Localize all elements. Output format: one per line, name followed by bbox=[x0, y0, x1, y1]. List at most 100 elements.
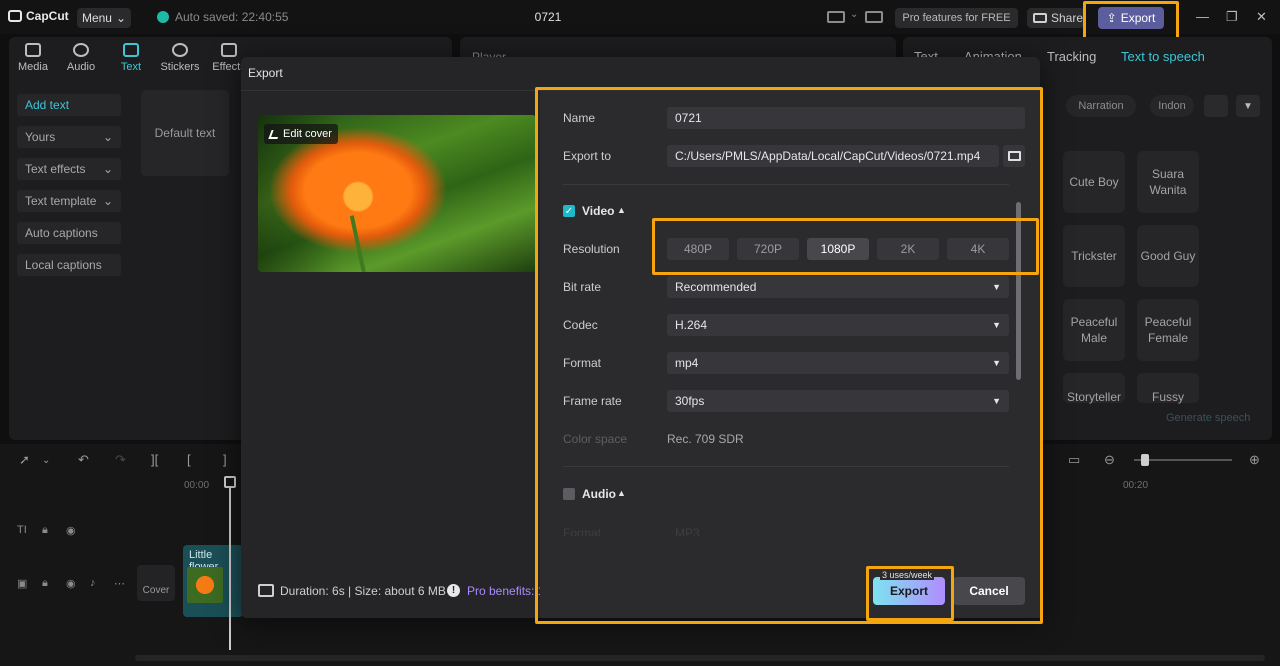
project-title: 0721 bbox=[534, 10, 562, 24]
share-label: Share bbox=[1051, 11, 1084, 25]
voice-good-guy[interactable]: Good Guy bbox=[1137, 225, 1199, 287]
flower-stem bbox=[349, 215, 367, 272]
info-icon: ! bbox=[447, 584, 460, 597]
timeline-scrollbar[interactable] bbox=[135, 655, 1265, 661]
volume-icon[interactable]: ♪ bbox=[90, 577, 96, 589]
voice-cute-boy[interactable]: Cute Boy bbox=[1063, 151, 1125, 213]
zoom-in-icon[interactable]: ⊕ bbox=[1249, 452, 1260, 468]
tab-text-to-speech[interactable]: Text to speech bbox=[1121, 49, 1205, 64]
pencil-icon bbox=[268, 129, 281, 139]
chip-indonesian[interactable]: Indon bbox=[1150, 95, 1194, 117]
sidebar-item-local-captions[interactable]: Local captions bbox=[17, 254, 121, 276]
pro-features-button[interactable]: Pro features for FREE bbox=[895, 8, 1018, 28]
lock-icon[interactable]: 🔒︎ bbox=[42, 577, 48, 590]
sidebar-label: Local captions bbox=[25, 258, 102, 272]
app-logo: CapCut bbox=[8, 9, 69, 23]
effects-icon bbox=[221, 43, 237, 57]
edit-cover-button[interactable]: Edit cover bbox=[264, 124, 338, 144]
zoom-out-icon[interactable]: ⊖ bbox=[1104, 452, 1115, 468]
chip-narration[interactable]: Narration bbox=[1066, 95, 1136, 117]
trim-right-icon[interactable]: ] bbox=[223, 452, 227, 467]
chevron-down-icon: ⌄ bbox=[102, 130, 113, 144]
duration-size-text: Duration: 6s | Size: about 6 MB bbox=[280, 584, 446, 598]
chevron-down-icon: ⌄ bbox=[115, 11, 127, 25]
cover-label: Cover bbox=[142, 585, 170, 596]
ruler-start-time: 00:00 bbox=[184, 480, 210, 491]
edit-cover-label: Edit cover bbox=[283, 128, 332, 140]
keyboard-icon[interactable] bbox=[865, 11, 883, 23]
chevron-down-icon[interactable]: ▼ bbox=[1236, 95, 1260, 117]
highlight-resolution bbox=[652, 218, 1039, 275]
sidebar-item-add-text[interactable]: Add text bbox=[17, 94, 121, 116]
video-clip[interactable]: Little flower bbox=[183, 545, 243, 617]
sidebar-label: Auto captions bbox=[25, 226, 98, 240]
voice-peaceful-female[interactable]: Peaceful Female bbox=[1137, 299, 1199, 361]
playhead[interactable] bbox=[229, 478, 231, 650]
check-circle-icon bbox=[157, 11, 169, 23]
text-track-icon: TI bbox=[17, 524, 27, 536]
layout-icon[interactable] bbox=[827, 11, 845, 23]
video-track-icon: ▣ bbox=[17, 578, 28, 590]
highlight-settings-pane bbox=[535, 87, 1043, 624]
tool-audio[interactable]: Audio bbox=[60, 43, 102, 73]
film-icon bbox=[258, 584, 274, 597]
maximize-icon[interactable]: ❐ bbox=[1226, 9, 1238, 25]
undo-icon[interactable]: ↶ bbox=[78, 452, 89, 468]
redo-icon[interactable]: ↷ bbox=[115, 452, 126, 468]
voice-fussy[interactable]: Fussy bbox=[1137, 373, 1199, 404]
eye-icon[interactable]: ◉ bbox=[66, 524, 76, 537]
tool-label: Text bbox=[120, 61, 142, 73]
playhead-handle[interactable] bbox=[224, 476, 236, 488]
sidebar-item-text-template[interactable]: Text template ⌄ bbox=[17, 190, 121, 212]
media-icon bbox=[25, 43, 41, 57]
clip-thumbnail bbox=[187, 567, 223, 603]
capcut-logo-icon bbox=[8, 10, 22, 22]
audio-icon bbox=[73, 43, 89, 57]
trim-left-icon[interactable]: [ bbox=[187, 452, 191, 467]
close-icon[interactable]: ✕ bbox=[1256, 9, 1267, 25]
text-icon bbox=[123, 43, 139, 57]
eye-icon[interactable]: ◉ bbox=[66, 577, 76, 590]
chevron-down-icon[interactable]: ⌄ bbox=[42, 455, 50, 466]
zoom-slider-handle[interactable] bbox=[1141, 454, 1149, 466]
chevron-down-icon: ⌄ bbox=[102, 194, 113, 208]
sidebar-label: Text template bbox=[25, 194, 97, 208]
preview-icon[interactable]: ▭ bbox=[1068, 452, 1080, 468]
sidebar-label: Add text bbox=[25, 98, 70, 112]
voice-suara-wanita[interactable]: Suara Wanita bbox=[1137, 151, 1199, 213]
share-button[interactable]: Share bbox=[1027, 8, 1084, 28]
highlight-export-button bbox=[866, 566, 954, 621]
chevron-down-icon: ⌄ bbox=[102, 162, 113, 176]
highlight-export-top bbox=[1083, 1, 1179, 41]
sidebar-item-auto-captions[interactable]: Auto captions bbox=[17, 222, 121, 244]
voice-trickster[interactable]: Trickster bbox=[1063, 225, 1125, 287]
split-icon[interactable]: ][ bbox=[151, 452, 158, 467]
sidebar-label: Text effects bbox=[25, 162, 86, 176]
minimize-icon[interactable]: — bbox=[1196, 9, 1209, 24]
tool-label: Media bbox=[18, 61, 48, 73]
chevron-down-icon[interactable]: ⌄ bbox=[850, 9, 858, 20]
tool-media[interactable]: Media bbox=[12, 43, 54, 73]
cover-button[interactable]: Cover bbox=[137, 565, 175, 601]
sidebar-item-yours[interactable]: Yours ⌄ bbox=[17, 126, 121, 148]
tool-text[interactable]: Text bbox=[110, 43, 152, 73]
ruler-end-time: 00:20 bbox=[1123, 480, 1149, 491]
more-icon[interactable]: ⋯ bbox=[114, 577, 125, 590]
tab-tracking[interactable]: Tracking bbox=[1047, 49, 1096, 64]
sidebar-item-text-effects[interactable]: Text effects ⌄ bbox=[17, 158, 121, 180]
select-cursor-icon[interactable]: ➚ bbox=[19, 452, 30, 468]
filter-icon[interactable] bbox=[1204, 95, 1228, 117]
menu-label: Menu bbox=[81, 11, 112, 25]
tool-label: Stickers bbox=[160, 61, 200, 73]
lock-icon[interactable]: 🔒︎ bbox=[42, 524, 48, 537]
tool-stickers[interactable]: Stickers bbox=[159, 43, 201, 73]
voice-peaceful-male[interactable]: Peaceful Male bbox=[1063, 299, 1125, 361]
menu-button[interactable]: Menu ⌄ bbox=[77, 8, 131, 28]
default-text-card[interactable]: Default text bbox=[141, 90, 229, 176]
autosave-status: Auto saved: 22:40:55 bbox=[157, 10, 288, 24]
voice-storyteller[interactable]: Storyteller bbox=[1063, 373, 1125, 404]
generate-speech-button[interactable]: Generate speech bbox=[1166, 412, 1250, 424]
sidebar-label: Yours bbox=[25, 130, 56, 144]
autosave-text: Auto saved: 22:40:55 bbox=[175, 10, 289, 24]
app-name: CapCut bbox=[26, 9, 69, 23]
